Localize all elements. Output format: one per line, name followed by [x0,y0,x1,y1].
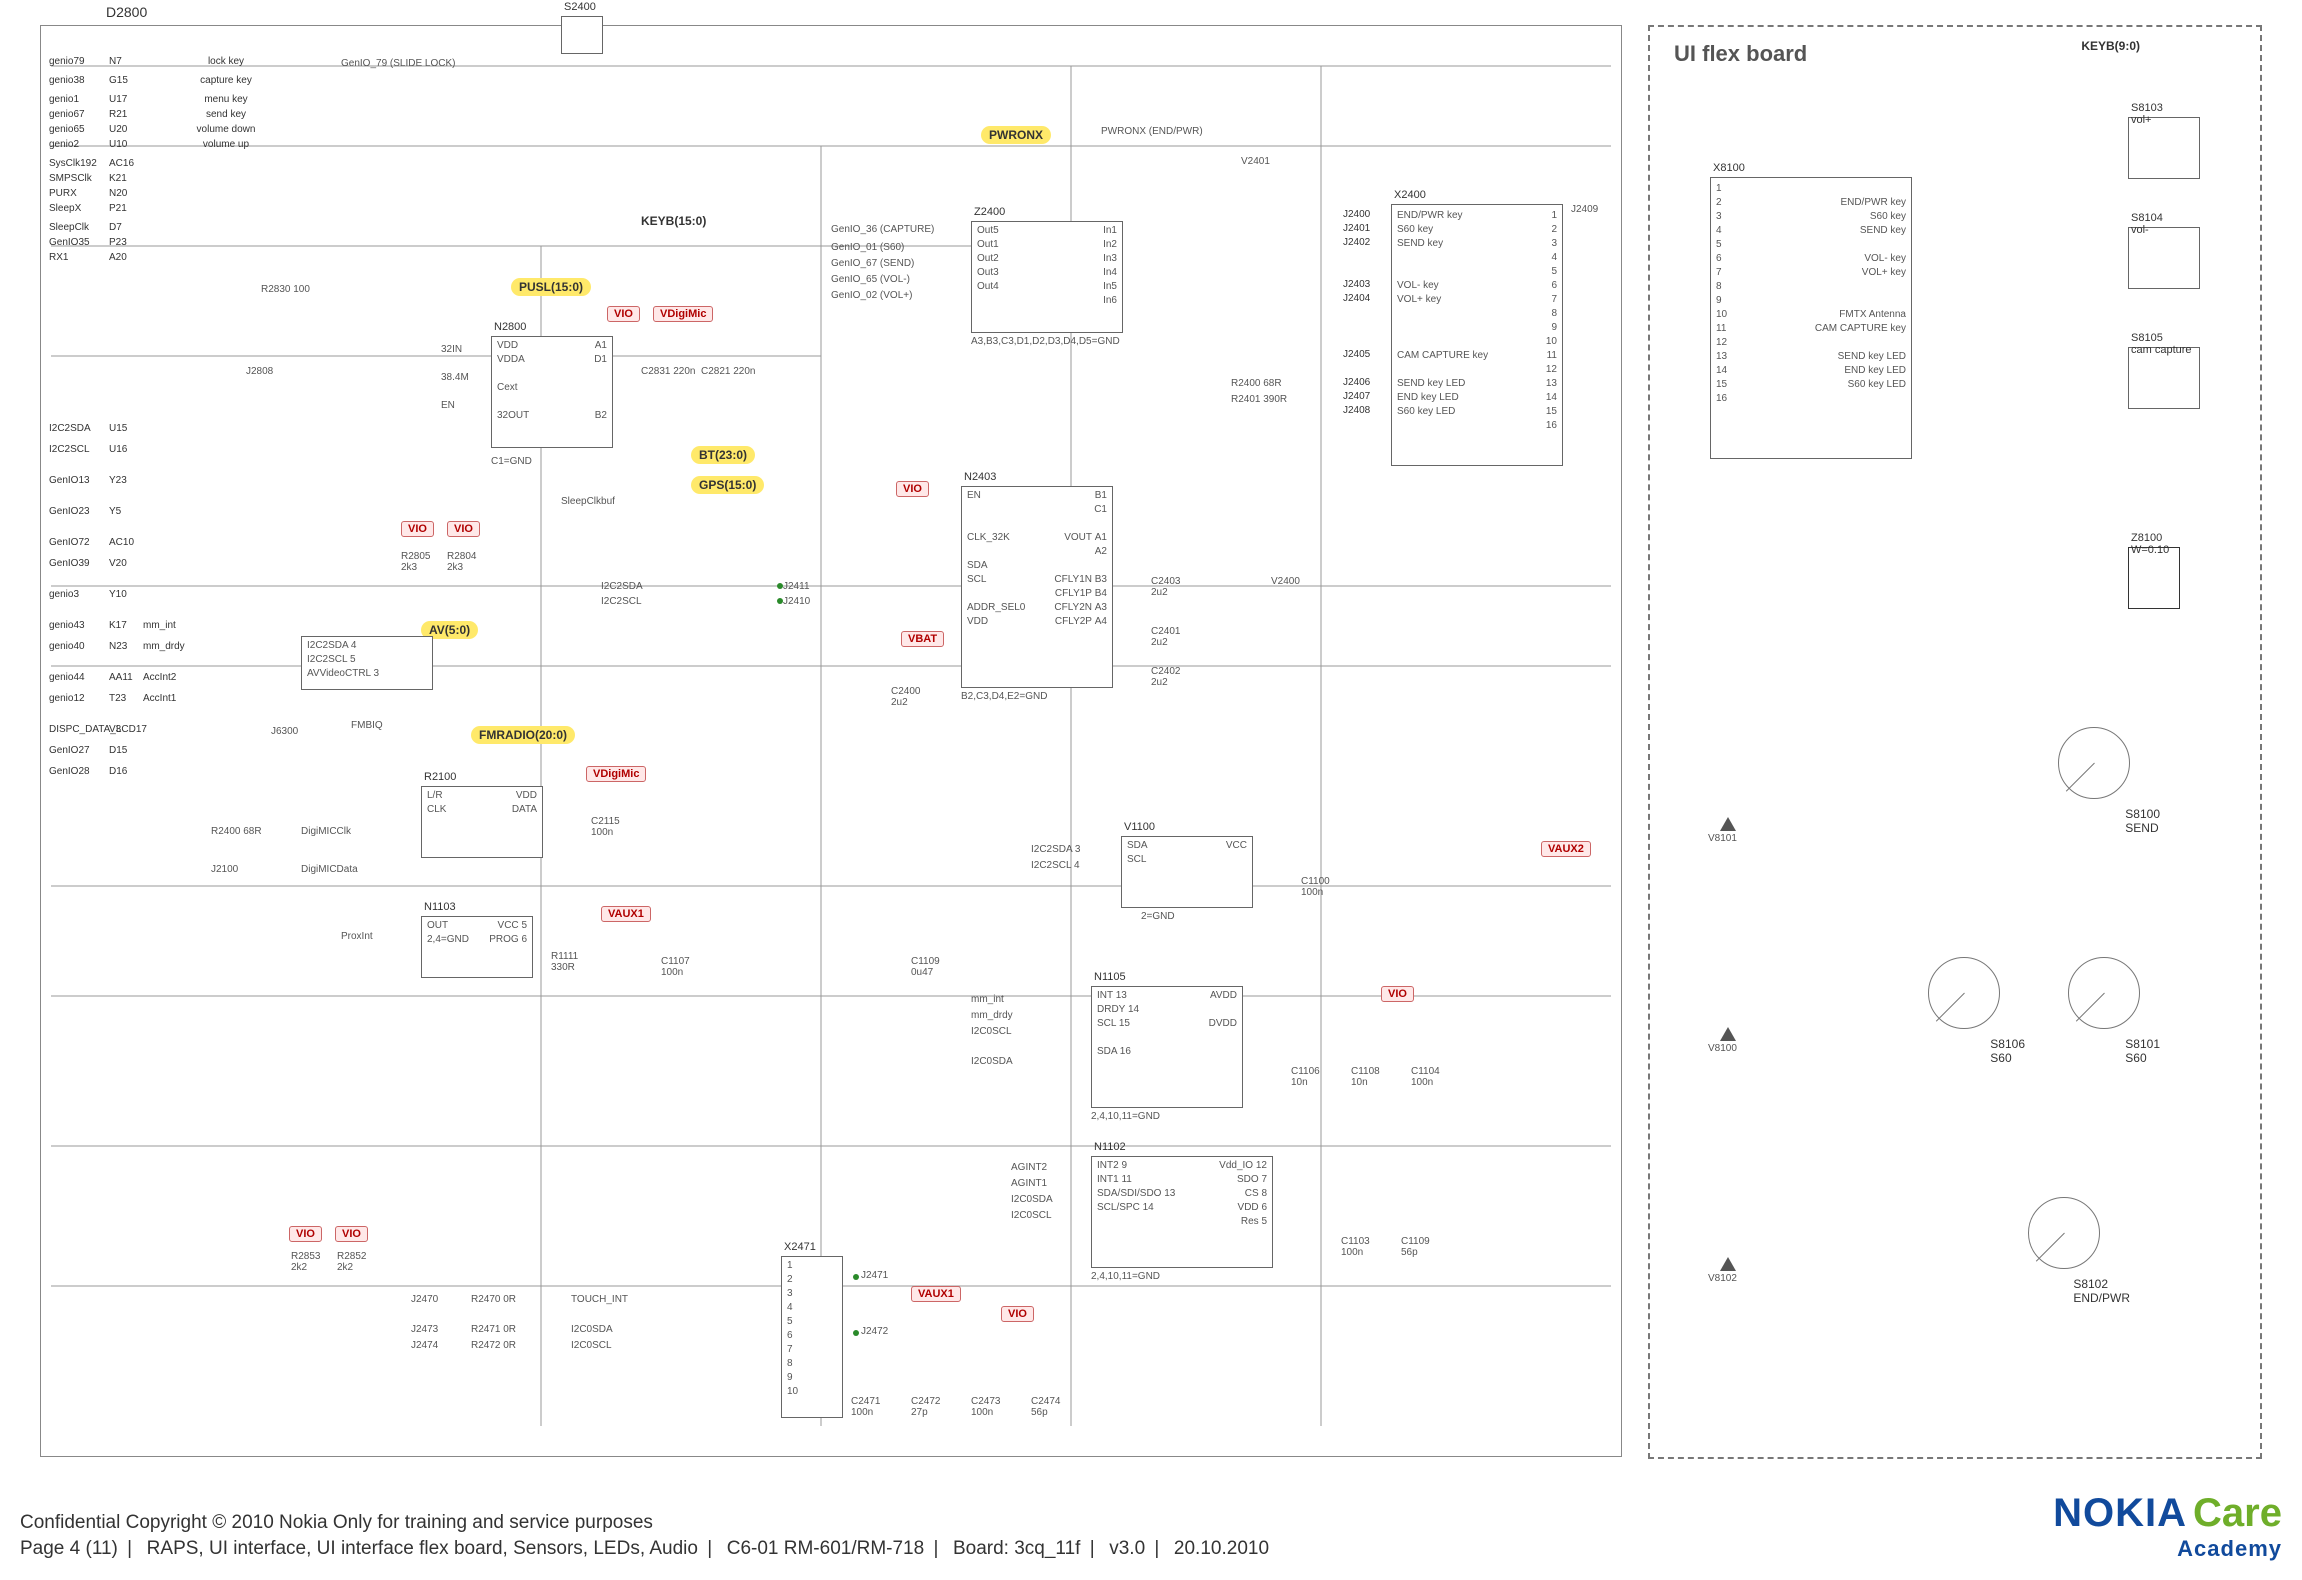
page-info-line: Page 4 (11) | RAPS, UI interface, UI int… [20,1536,1273,1562]
s8102-key [2028,1197,2100,1269]
vio-tag-3: VIO [447,521,480,537]
vio-tag-2: VIO [401,521,434,537]
vio-tag-6: VIO [335,1226,368,1242]
vbat-tag: VBAT [901,631,944,647]
v1100-block: V1100 SDA SCL VCC [1121,836,1253,908]
s2400-switch: S2400 [561,16,603,54]
s8100-key [2058,727,2130,799]
s8101-key [2068,957,2140,1029]
vdigimic-tag-1: VDigiMic [653,306,713,322]
n1102-block: N1102 INT2 9 INT1 11 SDA/SDI/SDO 13 SCL/… [1091,1156,1273,1268]
r2100-block: R2100 L/R CLK VDD DATA [421,786,543,858]
s8105-switch: S8105cam capture [2128,347,2200,409]
pwronx-arrow: PWRONX [981,126,1051,144]
x2471-connector: X2471 1 2 3 4 5 6 7 8 9 10 [781,1256,843,1418]
vaux1-tag-2: VAUX1 [911,1286,961,1302]
ui-flex-board-panel: UI flex board KEYB(9:0) X8100 1 2 3 4 5 … [1648,25,2262,1459]
x8100-connector: X8100 1 2 3 4 5 6 7 8 9 10 11 12 13 14 1… [1710,177,1912,459]
gps-bus-arrow: GPS(15:0) [691,476,764,494]
z2400-block: Z2400 Out5 Out1 Out2 Out3 Out4 In1 In2 I… [971,221,1123,333]
av-expand: I2C2SDA 4 I2C2SCL 5 AVVideoCTRL 3 [301,636,433,690]
main-schematic-panel: D2800 genio79N7lock key g [40,25,1622,1457]
vio-tag-1: VIO [607,306,640,322]
s8104-switch: S8104vol- [2128,227,2200,289]
v8101-led [1720,817,1736,831]
x2400-connector: X2400 END/PWR key S60 key SEND key VOL- … [1391,204,1563,466]
vdigimic-tag-2: VDigiMic [586,766,646,782]
bt-bus-arrow: BT(23:0) [691,446,755,464]
vio-tag-5: VIO [289,1226,322,1242]
v8102-led [1720,1257,1736,1271]
page-footer: Confidential Copyright © 2010 Nokia Only… [20,1491,2282,1562]
fm-bus-arrow: FMRADIO(20:0) [471,726,575,744]
n2800-block: N2800 VDD VDDA Cext 32OUT A1 D1 B2 [491,336,613,448]
main-ic-title: D2800 [106,4,147,20]
n1103-block: N1103 OUT 2,4=GND VCC 5 PROG 6 [421,916,533,978]
keyb9-bus-label: KEYB(9:0) [2081,39,2140,53]
n2403-block: N2403 EN CLK_32K SDASCL ADDR_SEL0 VDD B1… [961,486,1113,688]
left-signal-column: genio79N7lock key genio38G15capture key … [49,56,309,777]
n1105-block: N1105 INT 13 DRDY 14 SCL 15 SDA 16 AVDD … [1091,986,1243,1108]
flex-title: UI flex board [1674,41,1807,67]
vio-tag-7: VIO [1001,1306,1034,1322]
s8106-key [1928,957,2000,1029]
slide-lock-net: GenIO_79 (SLIDE LOCK) [341,58,456,69]
vio-tag-4: VIO [1381,986,1414,1002]
z8100-block: Z8100W=0.10 [2128,547,2180,609]
pusl-bus-arrow: PUSL(15:0) [511,278,591,296]
confidential-line: Confidential Copyright © 2010 Nokia Only… [20,1510,1273,1536]
nokia-care-logo: NOKIACare Academy [2053,1491,2282,1562]
s8103-switch: S8103vol+ [2128,117,2200,179]
v8100-led [1720,1027,1736,1041]
vaux2-tag: VAUX2 [1541,841,1591,857]
vaux1-tag-1: VAUX1 [601,906,651,922]
keyb-bus-label: KEYB(15:0) [641,214,706,228]
